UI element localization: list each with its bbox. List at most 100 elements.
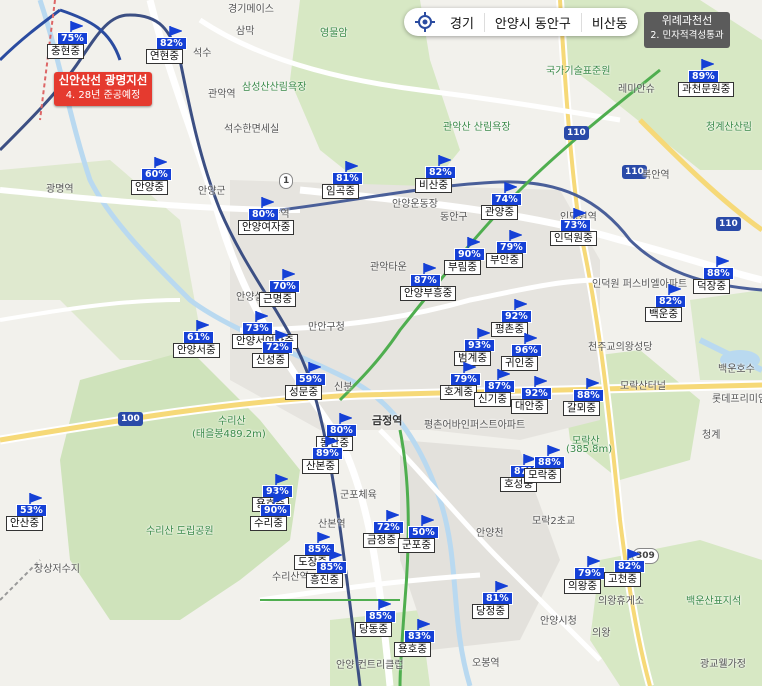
school-name: 안양여자중 xyxy=(238,220,295,235)
place-label: 청계산산림 xyxy=(706,122,752,133)
school-marker[interactable]: 74% 관양중 xyxy=(481,182,537,226)
place-label: 청계 xyxy=(702,430,721,441)
place-label: 국가기술표준원 xyxy=(546,66,611,77)
school-name: 인덕원중 xyxy=(550,231,597,246)
school-marker[interactable]: 80% 안양여자중 xyxy=(238,197,295,241)
notice-subtitle: 4. 28년 준공예정 xyxy=(65,90,141,101)
school-marker[interactable]: 90% 수리중 xyxy=(250,493,306,537)
school-marker[interactable]: 87% 안양부흥중 xyxy=(400,263,457,307)
place-label: 광명역 xyxy=(46,184,74,195)
place-label: 안양군 xyxy=(198,186,226,197)
place-label: 삼성산산림욕장 xyxy=(242,82,307,93)
school-name: 당정중 xyxy=(472,604,509,619)
map-canvas[interactable]: 1 110 110 110 100 309 경기메이스 삼막 영물암 석수 관악… xyxy=(0,0,762,686)
school-marker[interactable]: 53% 안산중 xyxy=(6,493,62,537)
school-marker[interactable]: 85% 흥진중 xyxy=(306,550,362,594)
school-marker[interactable]: 82% 비산중 xyxy=(415,155,471,199)
school-name: 금정중 xyxy=(363,533,400,548)
transit-notice[interactable]: 신안산선 광명지선 4. 28년 준공예정 xyxy=(54,72,152,106)
school-name: 안양부흥중 xyxy=(400,286,457,301)
school-name: 안산중 xyxy=(6,516,43,531)
place-label: 군포체육 xyxy=(340,490,377,501)
school-marker[interactable]: 88% 모락중 xyxy=(524,445,580,489)
place-label: 수리산 도립공원 xyxy=(146,526,214,537)
school-marker[interactable]: 88% 갈뫼중 xyxy=(563,378,619,422)
school-marker[interactable]: 60% 안양중 xyxy=(131,157,187,201)
school-name: 모락중 xyxy=(524,468,561,483)
place-label: 만안구청 xyxy=(308,322,345,333)
school-name: 과천문원중 xyxy=(678,82,735,97)
transit-notice[interactable]: 위례과천선 2. 민자적격성통과 xyxy=(644,12,730,48)
school-name: 부안중 xyxy=(486,253,523,268)
gps-locate-icon[interactable] xyxy=(414,11,436,33)
school-name: 의왕중 xyxy=(564,579,601,594)
road-shield: 100 xyxy=(118,412,143,426)
place-label: 영물암 xyxy=(320,28,348,39)
place-label: 천주교의왕성당 xyxy=(588,342,653,353)
school-name: 근명중 xyxy=(259,292,296,307)
breadcrumb-dong[interactable]: 비산동 xyxy=(582,13,638,32)
notice-title: 위례과천선 xyxy=(661,14,713,27)
school-marker[interactable]: 92% 대안중 xyxy=(511,376,567,420)
school-name: 군포중 xyxy=(398,538,435,553)
school-name: 산본중 xyxy=(302,459,339,474)
school-name: 용호중 xyxy=(394,642,431,657)
school-marker[interactable]: 83% 용호중 xyxy=(394,619,450,663)
school-marker[interactable]: 81% 임곡중 xyxy=(322,161,378,205)
school-name: 흥진중 xyxy=(306,573,343,588)
place-label: 삼막 xyxy=(236,26,255,37)
school-marker[interactable]: 50% 군포중 xyxy=(398,515,454,559)
school-marker[interactable]: 82% 고천중 xyxy=(604,549,660,593)
school-name: 호계중 xyxy=(440,385,477,400)
school-marker[interactable]: 61% 안양서중 xyxy=(173,320,229,364)
place-label: 석수한면세실 xyxy=(224,124,280,135)
school-name: 비산중 xyxy=(415,178,452,193)
school-marker[interactable]: 88% 덕장중 xyxy=(693,256,749,300)
place-label: 레미안슈 xyxy=(618,84,655,95)
place-label: 산본역 xyxy=(318,519,346,530)
school-name: 백운중 xyxy=(645,307,682,322)
school-marker[interactable]: 75% 충현중 xyxy=(47,21,103,65)
place-label: 오봉역 xyxy=(472,658,500,669)
place-label: 안양천 xyxy=(476,528,504,539)
school-marker[interactable]: 70% 근명중 xyxy=(259,269,315,313)
school-name: 안양서중 xyxy=(173,343,220,358)
place-label: 관악역 xyxy=(208,89,236,100)
school-marker[interactable]: 79% 부안중 xyxy=(486,230,542,274)
school-marker[interactable]: 59% 성문중 xyxy=(285,362,341,406)
school-name: 수리중 xyxy=(250,516,287,531)
place-label: 관악산 산림욕장 xyxy=(443,122,511,133)
breadcrumb-city[interactable]: 안양시 동안구 xyxy=(485,12,582,32)
school-marker[interactable]: 82% 연현중 xyxy=(146,26,202,70)
school-marker[interactable]: 82% 백운중 xyxy=(645,284,701,328)
school-name: 충현중 xyxy=(47,44,84,59)
school-marker[interactable]: 89% 산본중 xyxy=(302,436,358,480)
road-shield: 1 xyxy=(279,173,294,189)
road-shield: 110 xyxy=(716,217,741,231)
school-name: 대안중 xyxy=(511,399,548,414)
place-label: 광교웰가정 xyxy=(700,659,746,670)
place-label: 복안역 xyxy=(642,170,670,181)
school-name: 관양중 xyxy=(481,205,518,220)
school-name: 고천중 xyxy=(604,572,641,587)
school-marker[interactable]: 81% 당정중 xyxy=(472,581,528,625)
school-name: 당동중 xyxy=(355,622,392,637)
place-label: 경기메이스 xyxy=(228,4,274,15)
place-label: 안양시청 xyxy=(540,616,577,627)
school-name: 연현중 xyxy=(146,49,183,64)
school-marker[interactable]: 73% 인덕원중 xyxy=(550,208,606,252)
place-label: 백운호수 xyxy=(718,364,755,375)
location-breadcrumb: 경기 안양시 동안구 비산동 xyxy=(404,8,638,36)
school-marker[interactable]: 89% 과천문원중 xyxy=(678,59,735,103)
school-name: 갈뫼중 xyxy=(563,401,600,416)
breadcrumb-region[interactable]: 경기 xyxy=(440,12,485,32)
place-label: 동안구 xyxy=(440,212,468,223)
place-label: 모락2초교 xyxy=(532,516,576,527)
school-name: 성문중 xyxy=(285,385,322,400)
place-label: 의왕 xyxy=(592,628,611,639)
school-name: 임곡중 xyxy=(322,184,359,199)
place-label: 백운산표지석 xyxy=(686,596,742,607)
place-label: 롯데프리미엄 xyxy=(712,394,762,405)
place-label: (태을봉489.2m) xyxy=(192,429,266,440)
school-name: 안양중 xyxy=(131,180,168,195)
